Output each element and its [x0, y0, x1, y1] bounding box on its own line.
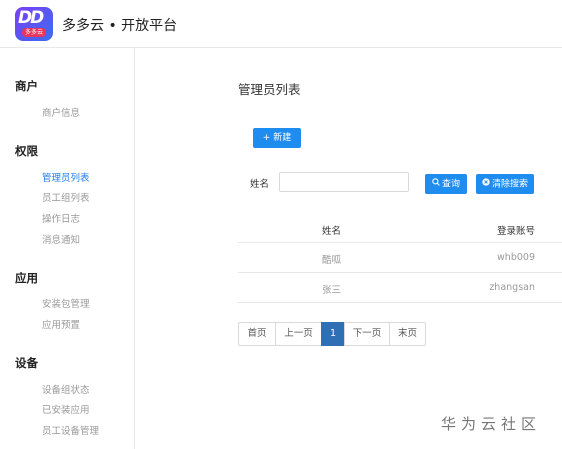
pagination-first[interactable]: 首页: [238, 322, 276, 346]
new-admin-button[interactable]: + 新建: [253, 128, 301, 148]
query-button-label: 查询: [441, 179, 460, 190]
sidebar-item-staff-group-list[interactable]: 员工组列表: [42, 190, 90, 204]
sidebar-item-operation-log[interactable]: 操作日志: [42, 211, 80, 225]
sidebar-section-merchant: 商户: [15, 79, 38, 93]
top-header: DD 多多云 多多云 • 开放平台: [0, 0, 562, 48]
clear-search-button-label: 清除搜索: [491, 179, 528, 190]
pagination-prev[interactable]: 上一页: [275, 322, 322, 346]
cell-login-account: zhangsan: [489, 282, 535, 293]
sidebar-item-device-group-status[interactable]: 设备组状态: [42, 382, 90, 396]
pagination-next[interactable]: 下一页: [344, 322, 390, 346]
app-logo[interactable]: DD 多多云: [15, 7, 53, 41]
sidebar-item-notifications[interactable]: 消息通知: [42, 232, 80, 246]
query-button[interactable]: 查询: [425, 174, 467, 194]
sidebar-section-apps: 应用: [15, 271, 38, 285]
clear-circle-icon: [482, 174, 490, 194]
name-search-label: 姓名: [250, 179, 270, 190]
clear-search-button[interactable]: 清除搜索: [476, 174, 534, 194]
column-header-login-account: 登录账号: [496, 226, 535, 237]
sidebar-item-package-management[interactable]: 安装包管理: [42, 296, 90, 310]
sidebar-item-merchant-info[interactable]: 商户信息: [42, 105, 80, 119]
table-row[interactable]: 张三 zhangsan: [238, 272, 562, 302]
logo-badge-label: 多多云: [24, 29, 43, 36]
sidebar-section-permission: 权限: [15, 144, 38, 158]
page-title: 管理员列表: [238, 82, 301, 97]
sidebar-item-staff-device-management[interactable]: 员工设备管理: [42, 423, 99, 437]
pagination-page-current[interactable]: 1: [321, 322, 345, 346]
cell-name: 张三: [322, 285, 342, 296]
pagination: 首页 上一页 1 下一页 末页: [238, 322, 426, 346]
sidebar-section-devices: 设备: [15, 356, 38, 370]
sidebar-item-installed-apps[interactable]: 已安装应用: [42, 402, 90, 416]
pagination-last[interactable]: 末页: [389, 322, 426, 346]
cell-login-account: whb009: [497, 252, 535, 263]
column-header-name: 姓名: [322, 226, 342, 237]
search-icon: [432, 174, 440, 194]
sidebar-item-app-preset[interactable]: 应用预置: [42, 317, 80, 331]
logo-mark: DD: [18, 8, 44, 28]
watermark: 华为云社区: [441, 415, 542, 433]
cell-name: 酷呱: [322, 255, 342, 266]
name-search-input[interactable]: [279, 172, 409, 192]
app-title: 多多云 • 开放平台: [62, 18, 178, 34]
table-bottom-border: [238, 302, 562, 303]
sidebar: 商户 商户信息 权限 管理员列表 员工组列表 操作日志 消息通知 应用 安装包管…: [0, 48, 135, 449]
logo-badge: 多多云: [22, 28, 46, 37]
sidebar-item-admin-list[interactable]: 管理员列表: [42, 170, 90, 184]
table-row[interactable]: 酷呱 whb009: [238, 242, 562, 272]
